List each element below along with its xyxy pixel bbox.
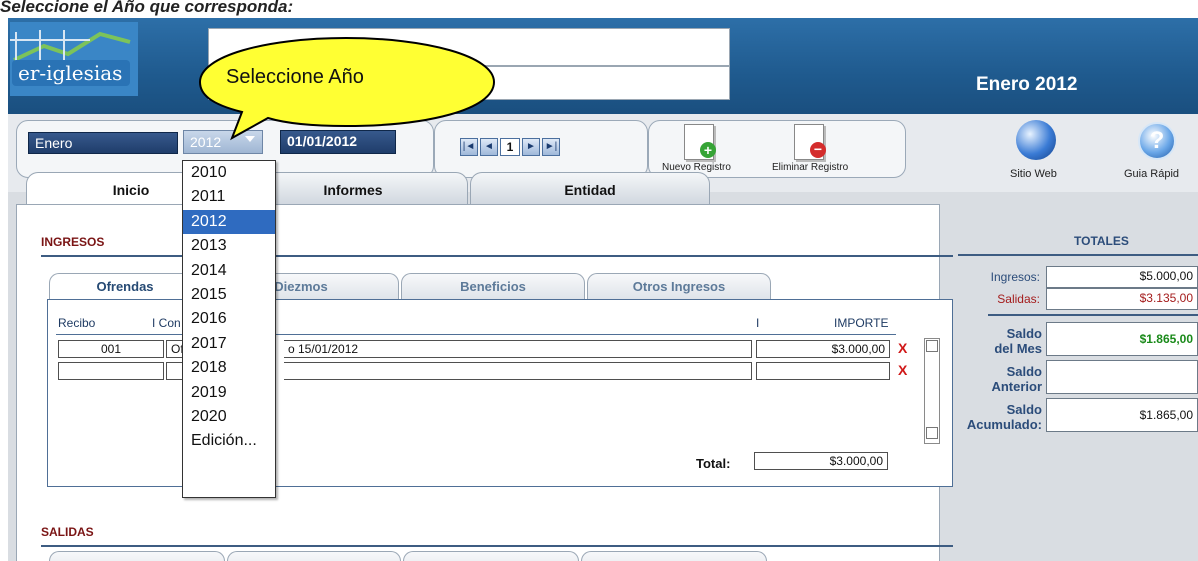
- year-option[interactable]: 2017: [183, 332, 275, 356]
- saldo-anterior-label: Saldo Anterior: [991, 364, 1042, 394]
- salidas-divider: [41, 545, 953, 547]
- delete-record-label: Eliminar Registro: [772, 162, 849, 173]
- subtab-salidas-2[interactable]: [227, 551, 401, 561]
- ingresos-total-label: Ingresos:: [990, 270, 1040, 284]
- saldo-acumulado-label: Saldo Acumulado:: [966, 402, 1042, 432]
- instruction-text: Seleccione el Año que corresponda:: [0, 0, 294, 16]
- subtab-salidas-3[interactable]: [403, 551, 579, 561]
- guide-button[interactable]: ? Guia Rápid: [1118, 120, 1198, 184]
- last-record-button[interactable]: ►|: [542, 138, 560, 156]
- app-header: er-iglesias Enero 2012: [8, 18, 1198, 116]
- importe-field[interactable]: [756, 362, 890, 380]
- recibo-field[interactable]: [58, 362, 164, 380]
- salidas-title: SALIDAS: [41, 525, 94, 539]
- saldo-mes-label: Saldo del Mes: [994, 326, 1042, 356]
- rows-scrollbar[interactable]: [924, 338, 940, 444]
- year-option[interactable]: 2018: [183, 356, 275, 380]
- ingresos-divider: [41, 255, 953, 257]
- salidas-total-value: $3.135,00: [1046, 288, 1198, 310]
- year-dropdown[interactable]: 2010 2011 2012 2013 2014 2015 2016 2017 …: [182, 160, 276, 498]
- salidas-total-label: Salidas:: [997, 292, 1040, 306]
- subtab-otros-ingresos[interactable]: Otros Ingresos: [587, 273, 771, 299]
- site-web-label: Sitio Web: [1010, 168, 1057, 180]
- scroll-up-icon[interactable]: [926, 340, 938, 352]
- year-option-selected[interactable]: 2012: [183, 209, 275, 235]
- subtab-beneficios[interactable]: Beneficios: [401, 273, 585, 299]
- year-option[interactable]: 2020: [183, 405, 275, 429]
- year-option[interactable]: 2011: [183, 185, 275, 209]
- site-web-button[interactable]: Sitio Web: [1004, 120, 1074, 184]
- col-separator: I: [756, 316, 760, 330]
- logo: er-iglesias: [10, 22, 138, 96]
- totales-divider: [958, 254, 1198, 256]
- saldo-anterior-value: [1046, 360, 1198, 394]
- col-importe: IMPORTE: [834, 316, 889, 330]
- delete-record-button[interactable]: − Eliminar Registro: [772, 124, 848, 174]
- plus-icon: +: [700, 142, 716, 158]
- logo-text: er-iglesias: [18, 61, 122, 85]
- tab-entidad[interactable]: Entidad: [470, 172, 710, 206]
- col-concepto: I Con: [152, 316, 181, 330]
- importe-field[interactable]: $3.000,00: [756, 340, 890, 358]
- help-icon: ?: [1138, 122, 1176, 160]
- month-title: Enero 2012: [976, 74, 1078, 95]
- year-option[interactable]: 2013: [183, 234, 275, 258]
- delete-row-icon[interactable]: X: [898, 340, 907, 356]
- total-value: $3.000,00: [754, 452, 888, 470]
- month-select[interactable]: Enero: [28, 132, 178, 154]
- minus-icon: −: [810, 142, 826, 158]
- year-option[interactable]: 2015: [183, 283, 275, 307]
- new-record-button[interactable]: + Nuevo Registro: [662, 124, 731, 174]
- next-record-button[interactable]: ►: [522, 138, 540, 156]
- recibo-field[interactable]: 001: [58, 340, 164, 358]
- delete-row-icon[interactable]: X: [898, 362, 907, 378]
- year-option[interactable]: 2016: [183, 307, 275, 331]
- subtab-salidas-4[interactable]: [581, 551, 767, 561]
- guide-label: Guia Rápid: [1124, 168, 1180, 180]
- year-option[interactable]: 2014: [183, 259, 275, 283]
- concepto-field-end[interactable]: [284, 362, 752, 380]
- subtab-salidas-1[interactable]: [49, 551, 225, 561]
- year-option[interactable]: 2010: [183, 161, 275, 185]
- scroll-down-icon[interactable]: [926, 427, 938, 439]
- concepto-field-end[interactable]: o 15/01/2012: [284, 340, 752, 358]
- col-recibo: Recibo: [58, 316, 96, 330]
- year-option[interactable]: 2019: [183, 381, 275, 405]
- globe-icon: [1016, 120, 1056, 160]
- totales-panel: TOTALES Ingresos: $5.000,00 Salidas: $3.…: [958, 204, 1198, 504]
- ingresos-title: INGRESOS: [41, 235, 105, 249]
- totales-title: TOTALES: [1074, 234, 1129, 248]
- main-panel: INGRESOS Ofrendas Diezmos Beneficios Otr…: [16, 204, 953, 561]
- callout-text: Seleccione Año: [226, 66, 364, 88]
- total-label: Total:: [696, 456, 731, 471]
- edit-option[interactable]: Edición...: [183, 429, 275, 453]
- saldo-mes-value: $1.865,00: [1046, 322, 1198, 356]
- subtab-ofrendas[interactable]: Ofrendas: [49, 273, 201, 299]
- ingresos-total-value: $5.000,00: [1046, 266, 1198, 288]
- saldo-acumulado-value: $1.865,00: [1046, 398, 1198, 432]
- saldo-divider: [988, 314, 1198, 316]
